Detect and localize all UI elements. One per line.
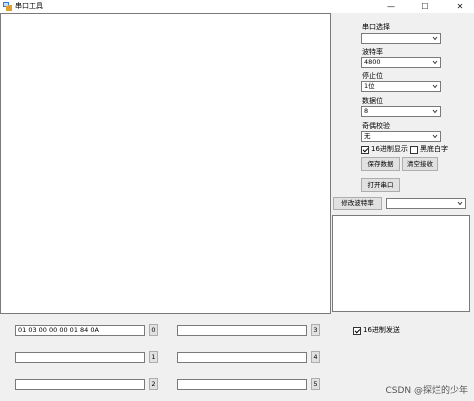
- hex-display-checkbox[interactable]: [361, 146, 369, 154]
- modify-baud-button[interactable]: 修改波特率: [333, 197, 382, 210]
- close-button[interactable]: ✕: [449, 0, 471, 13]
- save-data-button[interactable]: 保存数据: [361, 157, 400, 171]
- chevron-down-icon: [432, 84, 438, 89]
- send-input-0-value: 01 03 00 00 00 01 84 0A: [18, 326, 99, 334]
- send-button-4[interactable]: 4: [311, 351, 320, 363]
- stop-bits-combo-value: 1位: [364, 82, 375, 90]
- data-bits-combo[interactable]: 8: [361, 106, 441, 117]
- chevron-down-icon: [432, 134, 438, 139]
- parity-combo-value: 无: [364, 132, 371, 140]
- baud-combo[interactable]: 4800: [361, 57, 441, 68]
- send-button-5[interactable]: 5: [311, 378, 320, 390]
- data-bits-combo-value: 8: [364, 107, 369, 115]
- data-bits-label: 数据位: [362, 97, 383, 105]
- black-bg-label: 黑底白字: [420, 145, 448, 153]
- receive-textbox[interactable]: [0, 13, 331, 314]
- stop-bits-label: 停止位: [362, 72, 383, 80]
- app-icon: [3, 2, 12, 11]
- window-title: 串口工具: [15, 2, 43, 10]
- baud-combo-value: 4800: [364, 58, 381, 66]
- hex-display-label: 16进制显示: [371, 145, 408, 153]
- hex-send-label: 16进制发送: [363, 326, 400, 334]
- baud-label: 波特率: [362, 48, 383, 56]
- black-bg-checkbox[interactable]: [410, 146, 418, 154]
- chevron-down-icon: [432, 36, 438, 41]
- port-label: 串口选择: [362, 23, 390, 31]
- client-area: 串口选择 波特率 4800 停止位 1位 数据位 8 奇偶校验 无 16进制显示…: [0, 13, 474, 401]
- send-button-1[interactable]: 1: [149, 351, 158, 363]
- stop-bits-combo[interactable]: 1位: [361, 81, 441, 92]
- modify-baud-combo[interactable]: [386, 198, 466, 209]
- chevron-down-icon: [432, 109, 438, 114]
- open-port-button[interactable]: 打开串口: [361, 178, 400, 192]
- send-input-5[interactable]: [177, 379, 307, 390]
- maximize-button[interactable]: ☐: [414, 0, 436, 13]
- chevron-down-icon: [432, 60, 438, 65]
- chevron-down-icon: [457, 201, 463, 206]
- parity-label: 奇偶校验: [362, 122, 390, 130]
- send-input-0[interactable]: 01 03 00 00 00 01 84 0A: [15, 325, 145, 336]
- watermark: CSDN @探烂的少年: [385, 386, 468, 396]
- send-input-3[interactable]: [177, 325, 307, 336]
- clear-receive-button[interactable]: 清空接收: [402, 157, 438, 171]
- minimize-button[interactable]: —: [380, 0, 402, 13]
- send-button-2[interactable]: 2: [149, 378, 158, 390]
- parity-combo[interactable]: 无: [361, 131, 441, 142]
- send-input-2[interactable]: [15, 379, 145, 390]
- title-bar: 串口工具 — ☐ ✕: [0, 0, 474, 13]
- send-input-1[interactable]: [15, 352, 145, 363]
- secondary-textbox[interactable]: [332, 215, 470, 312]
- hex-send-checkbox[interactable]: [353, 327, 361, 335]
- send-input-4[interactable]: [177, 352, 307, 363]
- port-combo[interactable]: [361, 33, 441, 44]
- send-button-0[interactable]: 0: [149, 324, 158, 336]
- send-button-3[interactable]: 3: [311, 324, 320, 336]
